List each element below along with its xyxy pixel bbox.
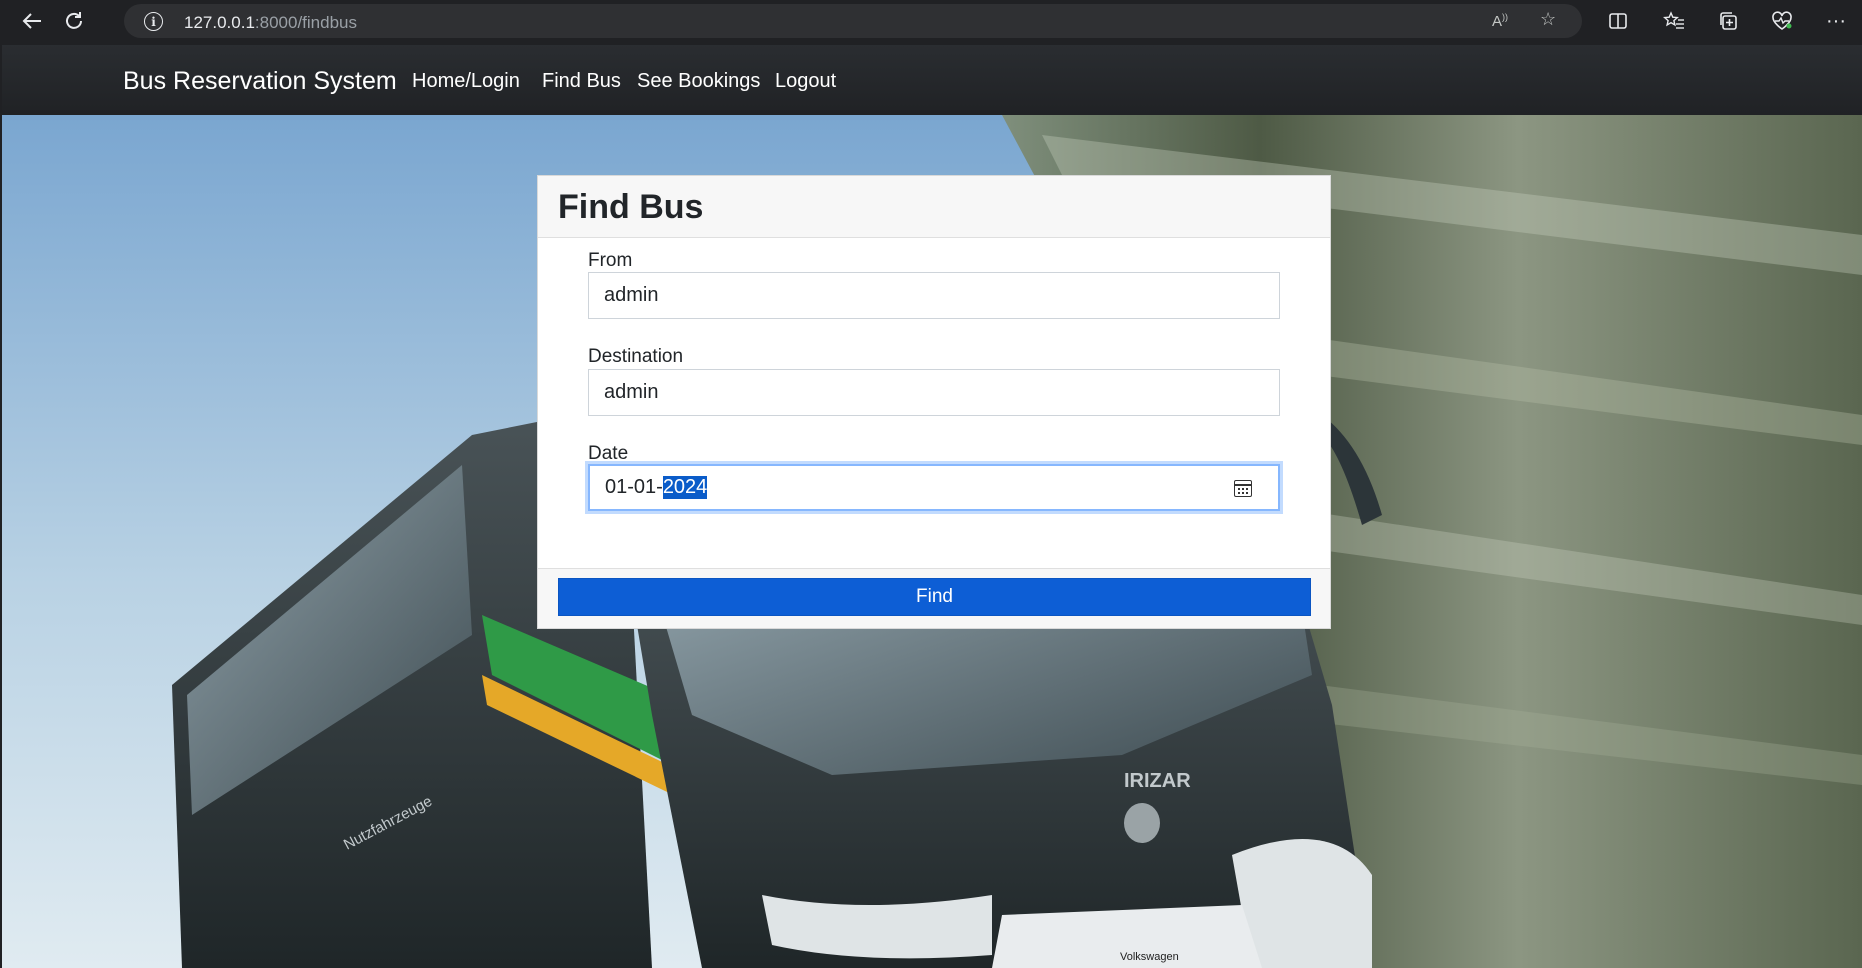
browser-essentials-icon[interactable] [1762,1,1802,41]
bus-badge-text: IRIZAR [1124,770,1191,792]
site-info-icon[interactable]: i [144,12,163,31]
nav-link-see-bookings[interactable]: See Bookings [637,70,760,93]
navbar-brand[interactable]: Bus Reservation System [123,67,397,96]
address-bar[interactable]: i 127.0.0.1:8000/findbus A)) ☆ [124,4,1582,38]
bus-plate-text: Volkswagen [1120,951,1179,963]
favorites-icon[interactable] [1654,1,1694,41]
url-text[interactable]: 127.0.0.1:8000/findbus [184,13,357,33]
card-header: Find Bus [538,176,1330,238]
find-bus-card: Find Bus From admin Destination admin Da… [537,175,1331,629]
collections-icon[interactable] [1708,1,1748,41]
date-year-selected: 2024 [662,476,708,499]
nav-link-home-login[interactable]: Home/Login [412,70,520,93]
page-title: Find Bus [558,188,704,226]
date-input[interactable]: 01-01- 2024 [588,464,1280,511]
url-path: :8000/findbus [254,13,357,32]
url-host: 127.0.0.1 [184,13,255,32]
nav-link-logout[interactable]: Logout [775,70,836,93]
read-aloud-icon[interactable]: A)) [1492,12,1508,30]
destination-input[interactable]: admin [588,369,1280,416]
page-viewport: IRIZAR Nutzfahrzeuge Volkswagen Bus Rese… [2,45,1862,968]
browser-toolbar: i 127.0.0.1:8000/findbus A)) ☆ ··· [0,0,1862,42]
top-navbar: Bus Reservation System Home/Login Find B… [2,45,1862,115]
nav-link-find-bus[interactable]: Find Bus [542,70,621,93]
destination-label: Destination [588,346,684,367]
find-button[interactable]: Find [558,578,1311,616]
reload-icon[interactable] [54,1,94,41]
calendar-icon[interactable] [1234,480,1252,497]
more-menu-icon[interactable]: ··· [1816,1,1856,41]
from-label: From [588,250,633,271]
favorite-star-icon[interactable]: ☆ [1540,9,1556,30]
date-label: Date [588,443,629,464]
back-arrow-icon[interactable] [12,1,52,41]
split-screen-icon[interactable] [1598,1,1638,41]
from-input[interactable]: admin [588,272,1280,319]
card-footer: Find [538,568,1330,628]
date-value-prefix: 01-01- [605,476,663,498]
